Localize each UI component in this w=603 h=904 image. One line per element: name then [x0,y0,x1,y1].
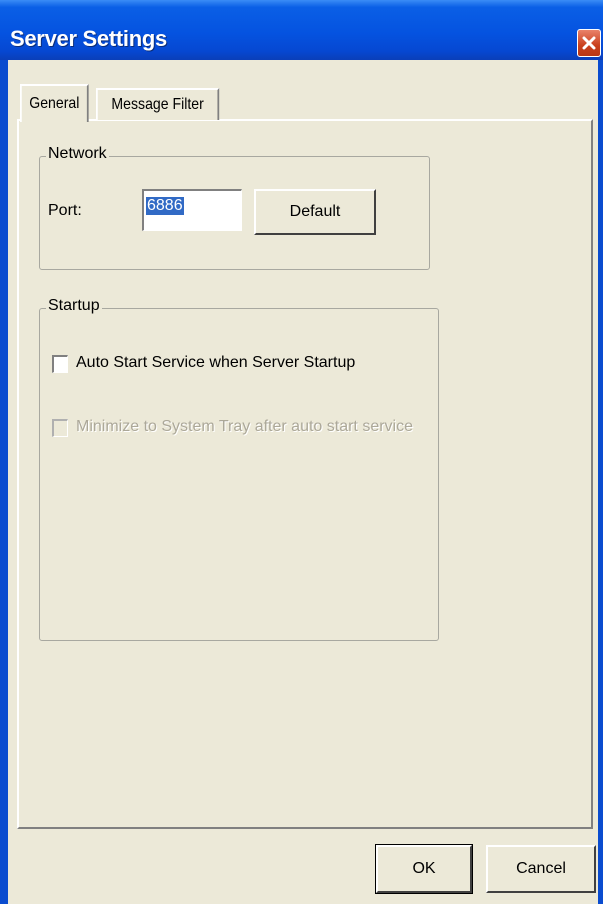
startup-group-label: Startup [46,297,102,315]
network-group-label: Network [46,145,109,163]
minimize-tray-checkbox[interactable] [52,419,68,437]
auto-start-checkbox[interactable] [52,355,68,373]
minimize-tray-label[interactable]: Minimize to System Tray after auto start… [76,418,413,436]
window-frame-left [0,60,8,904]
default-port-button[interactable]: Default [254,189,376,235]
window-frame-right [598,60,603,904]
port-input-value: 6886 [146,197,184,215]
title-bar[interactable]: Server Settings [0,0,603,60]
window-title: Server Settings [10,26,167,51]
tab-general-label: General [29,95,80,112]
auto-start-label[interactable]: Auto Start Service when Server Startup [76,354,355,372]
tab-message-filter[interactable]: Message Filter [96,88,220,120]
close-button[interactable] [577,29,601,57]
cancel-button[interactable]: Cancel [486,845,596,893]
tab-general[interactable]: General [20,84,89,122]
port-label: Port: [48,202,82,219]
close-icon [582,36,596,50]
default-port-button-label: Default [289,203,341,220]
ok-button-label: OK [412,860,436,877]
tab-message-filter-label: Message Filter [111,96,204,113]
port-input[interactable]: 6886 [142,189,242,231]
cancel-button-label: Cancel [516,860,566,877]
ok-button[interactable]: OK [375,844,473,894]
